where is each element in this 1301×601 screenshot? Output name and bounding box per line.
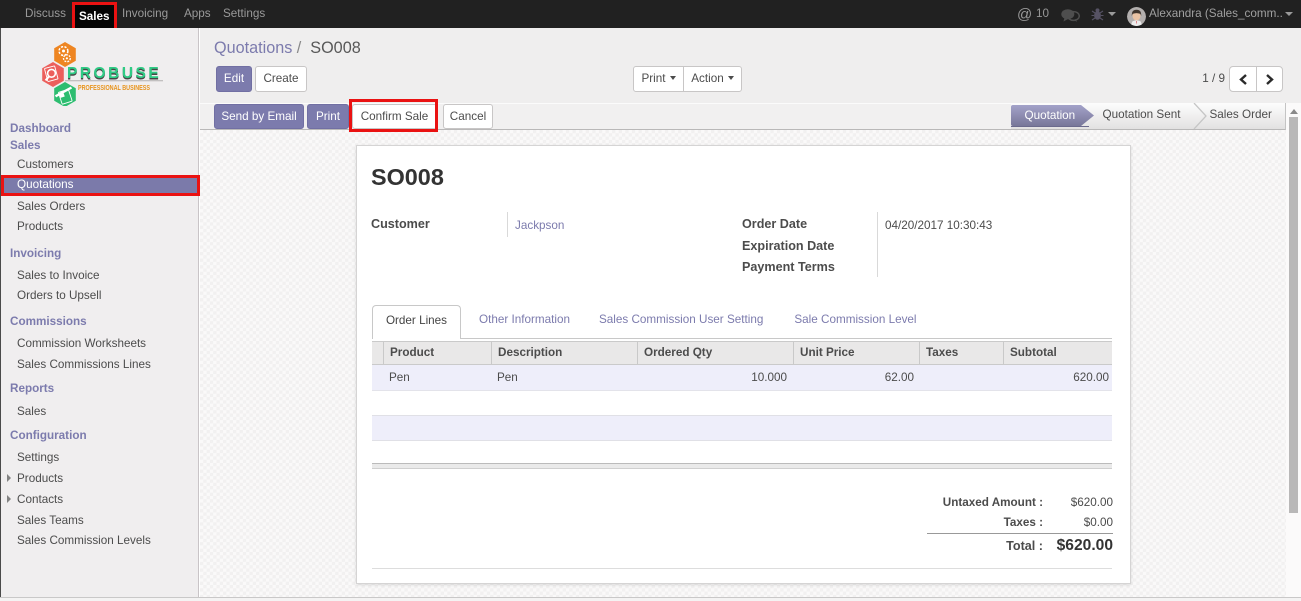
svg-text:PROFESSIONAL BUSINESS: PROFESSIONAL BUSINESS	[78, 83, 150, 92]
svg-text:PROBUSE: PROBUSE	[67, 65, 163, 82]
